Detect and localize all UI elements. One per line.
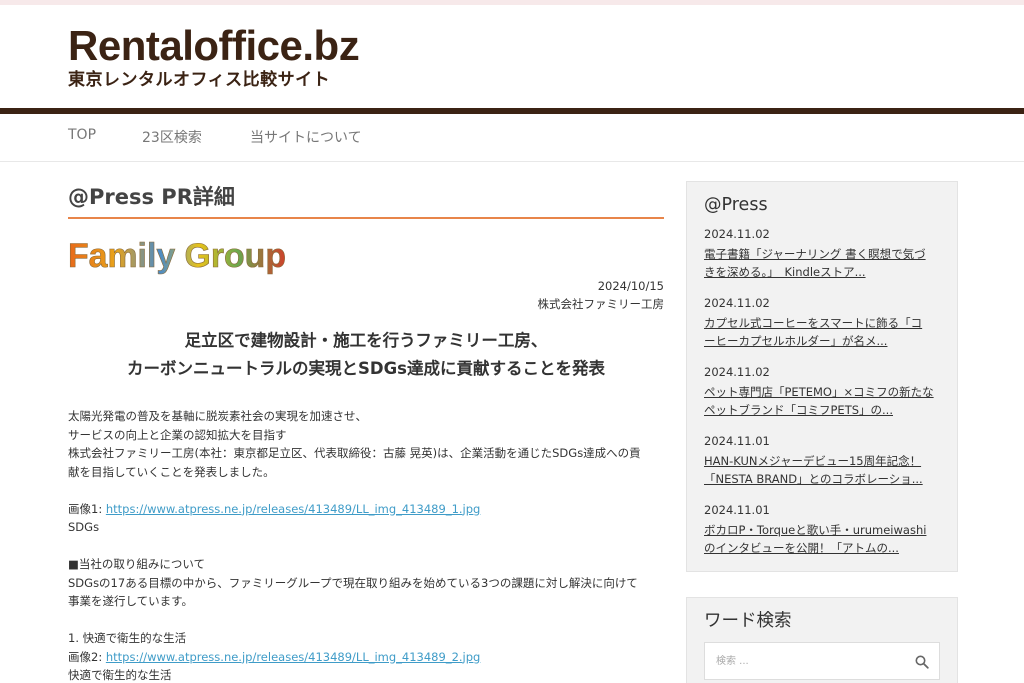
news-item: 2024.11.01 ボカロP・Torqueと歌い手・urumeiwashi のイ… — [704, 502, 940, 557]
press-headline: 足立区で建物設計・施工を行うファミリー工房、 カーボンニュートラルの実現とSDG… — [68, 327, 664, 383]
image1-line: 画像1: https://www.atpress.ne.jp/releases/… — [68, 500, 664, 519]
body-para: サービスの向上と企業の認知拡大を目指す — [68, 427, 287, 442]
page-title: @Press PR詳細 — [68, 180, 664, 219]
news-link[interactable]: 電子書籍「ジャーナリング 書く瞑想で気づ きを深める。」 Kindleストア... — [704, 245, 940, 281]
news-date: 2024.11.01 — [704, 434, 770, 448]
news-item: 2024.11.01 HAN-KUNメジャーデビュー15周年記念！ 「NESTA … — [704, 433, 940, 488]
headline-line-2: カーボンニュートラルの実現とSDGs達成に貢献することを発表 — [127, 359, 605, 378]
image1-link[interactable]: https://www.atpress.ne.jp/releases/41348… — [106, 502, 480, 516]
body-para: 献を目指していくことを発表しました。 — [68, 464, 275, 479]
body-para: 事業を遂行しています。 — [68, 594, 194, 608]
news-date: 2024.11.02 — [704, 365, 770, 379]
search-box — [704, 642, 940, 680]
press-company: 株式会社ファミリー工房 — [537, 297, 665, 311]
news-date: 2024.11.02 — [704, 227, 770, 241]
image1-caption: SDGs — [68, 520, 100, 534]
news-date: 2024.11.02 — [704, 296, 770, 310]
family-group-logo: Family Group — [68, 235, 288, 275]
logo-sub-text: 東京レンタルオフィス比較サイト — [68, 70, 331, 90]
press-body: 太陽光発電の普及を基軸に脱炭素社会の実現を加速させ、 サービスの向上と企業の認知… — [68, 407, 664, 683]
search-widget-title: ワード検索 — [704, 611, 792, 631]
image1-label: 画像1: — [68, 501, 106, 516]
svg-text:Family Group: Family Group — [68, 237, 286, 275]
press-meta: 2024/10/15 株式会社ファミリー工房 — [68, 277, 665, 313]
press-widget-title: @Press — [704, 195, 768, 215]
news-link[interactable]: HAN-KUNメジャーデビュー15周年記念！ 「NESTA BRAND」とのコラボ… — [704, 452, 940, 488]
section-heading: ■当社の取り組みについて — [68, 557, 206, 571]
nav-item-about[interactable]: 当サイトについて — [250, 127, 362, 147]
news-link[interactable]: ボカロP・Torqueと歌い手・urumeiwashi のインタビューを公開！「ア… — [704, 521, 940, 557]
body-para: 太陽光発電の普及を基軸に脱炭素社会の実現を加速させ、 — [68, 409, 367, 423]
image2-label: 画像2: — [68, 649, 106, 664]
search-input[interactable] — [705, 643, 905, 679]
press-date: 2024/10/15 — [597, 279, 664, 293]
image2-caption: 快適で衛生的な生活 — [68, 668, 172, 682]
site-header: Rentaloffice.bz 東京レンタルオフィス比較サイト — [0, 5, 1024, 108]
nav-item-23ku-search[interactable]: 23区検索 — [142, 127, 202, 147]
search-icon[interactable] — [915, 654, 929, 669]
image2-line: 画像2: https://www.atpress.ne.jp/releases/… — [68, 648, 664, 667]
news-link[interactable]: カプセル式コーヒーをスマートに飾る「コ ーヒーカプセルホルダー」が名メ... — [704, 314, 940, 350]
main-nav: TOP 23区検索 当サイトについて — [0, 114, 1024, 162]
main-content: @Press PR詳細 Family Group 2024/10/15 株式会社… — [68, 180, 664, 683]
body-para: 株式会社ファミリー工房(本社：東京都足立区、代表取締役：古藤 晃英)は、企業活動… — [68, 446, 641, 460]
list-item: 1. 快適で衛生的な生活 — [68, 631, 187, 645]
news-item: 2024.11.02 ペット専門店「PETEMO」×コミフの新たな ペットブランド… — [704, 364, 940, 419]
nav-item-top[interactable]: TOP — [68, 127, 96, 143]
news-item: 2024.11.02 カプセル式コーヒーをスマートに飾る「コ ーヒーカプセルホルダ… — [704, 295, 940, 350]
news-item: 2024.11.02 電子書籍「ジャーナリング 書く瞑想で気づ きを深める。」 K… — [704, 226, 940, 281]
image2-link[interactable]: https://www.atpress.ne.jp/releases/41348… — [106, 650, 480, 664]
sidebar: @Press 2024.11.02 電子書籍「ジャーナリング 書く瞑想で気づ きを… — [686, 181, 958, 683]
site-logo[interactable]: Rentaloffice.bz 東京レンタルオフィス比較サイト — [68, 22, 360, 91]
press-widget: @Press 2024.11.02 電子書籍「ジャーナリング 書く瞑想で気づ きを… — [686, 181, 958, 572]
news-link[interactable]: ペット専門店「PETEMO」×コミフの新たな ペットブランド「コミフPETS」の.… — [704, 383, 940, 419]
logo-main-text: Rentaloffice.bz — [68, 22, 360, 69]
headline-line-1: 足立区で建物設計・施工を行うファミリー工房、 — [184, 331, 548, 350]
body-para: SDGsの17ある目標の中から、ファミリーグループで現在取り組みを始めている3つ… — [68, 575, 638, 590]
search-widget: ワード検索 — [686, 597, 958, 683]
news-date: 2024.11.01 — [704, 503, 770, 517]
